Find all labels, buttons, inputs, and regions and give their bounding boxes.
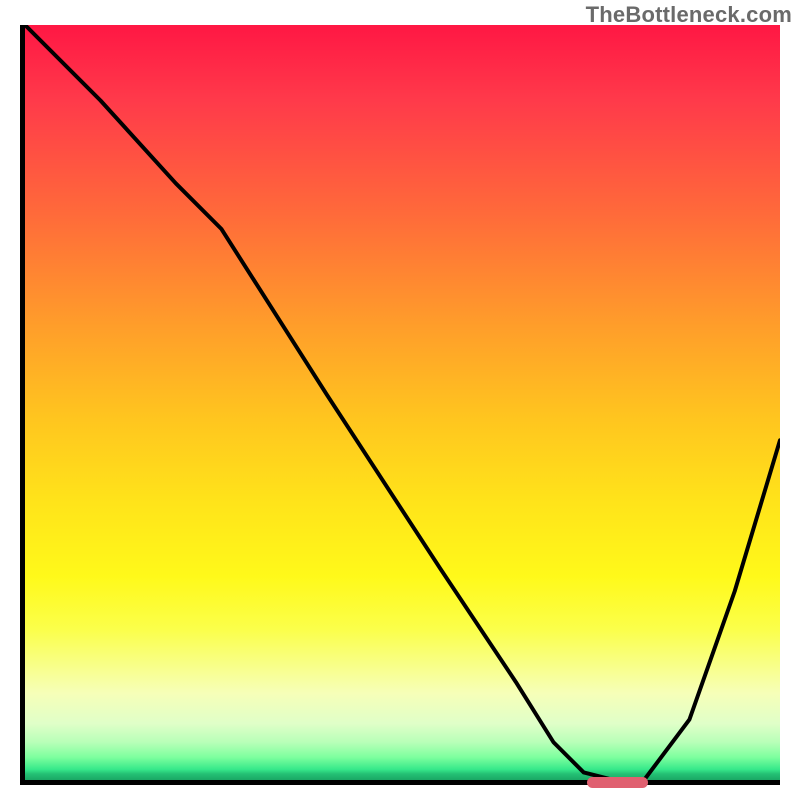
- bottleneck-curve: [25, 25, 780, 780]
- chart-frame: TheBottleneck.com: [0, 0, 800, 800]
- plot-area: [20, 25, 780, 785]
- optimal-range-marker: [587, 777, 648, 788]
